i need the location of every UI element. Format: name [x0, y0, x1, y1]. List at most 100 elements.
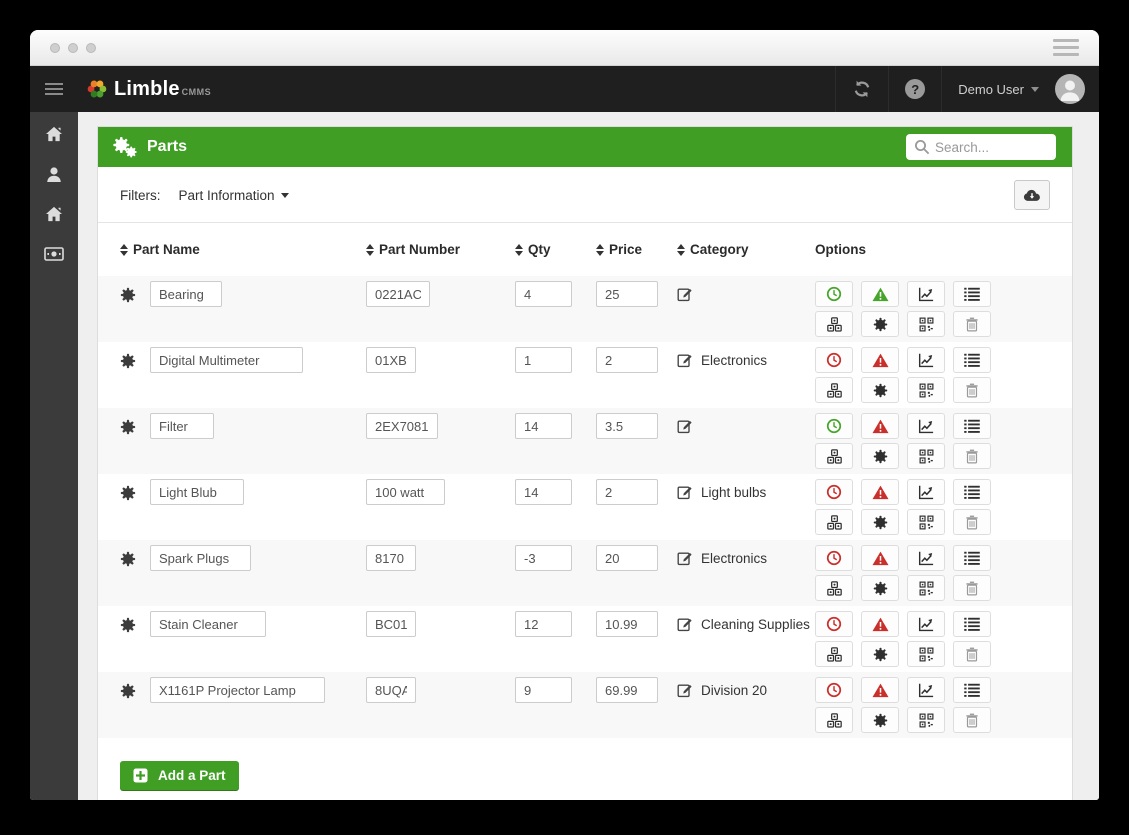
- log-list-button[interactable]: [953, 611, 991, 637]
- usage-chart-button[interactable]: [907, 677, 945, 703]
- price-input[interactable]: [596, 677, 658, 703]
- log-list-button[interactable]: [953, 347, 991, 373]
- cubes-button[interactable]: [815, 443, 853, 469]
- qr-code-button[interactable]: [907, 707, 945, 733]
- part-gear-button[interactable]: [861, 443, 899, 469]
- price-input[interactable]: [596, 413, 658, 439]
- usage-chart-button[interactable]: [907, 479, 945, 505]
- threshold-alert-button[interactable]: [861, 413, 899, 439]
- part-number-input[interactable]: [366, 413, 438, 439]
- usage-chart-button[interactable]: [907, 347, 945, 373]
- usage-chart-button[interactable]: [907, 545, 945, 571]
- delete-part-button[interactable]: [953, 641, 991, 667]
- sidebar-item-home[interactable]: [44, 125, 64, 143]
- log-list-button[interactable]: [953, 281, 991, 307]
- column-header-qty[interactable]: Qty: [515, 242, 596, 257]
- threshold-alert-button[interactable]: [861, 545, 899, 571]
- qr-code-button[interactable]: [907, 377, 945, 403]
- part-number-input[interactable]: [366, 611, 416, 637]
- cubes-button[interactable]: [815, 707, 853, 733]
- qty-input[interactable]: [515, 281, 572, 307]
- part-settings-button[interactable]: [120, 545, 150, 601]
- limble-logo[interactable]: Limble CMMS: [86, 78, 211, 101]
- price-input[interactable]: [596, 281, 658, 307]
- cubes-button[interactable]: [815, 509, 853, 535]
- threshold-alert-button[interactable]: [861, 281, 899, 307]
- qr-code-button[interactable]: [907, 509, 945, 535]
- refresh-button[interactable]: [835, 66, 888, 112]
- edit-category-icon[interactable]: [677, 616, 693, 637]
- sidebar-item-home-2[interactable]: [44, 205, 64, 223]
- part-settings-button[interactable]: [120, 479, 150, 535]
- edit-category-icon[interactable]: [677, 418, 693, 439]
- qr-code-button[interactable]: [907, 575, 945, 601]
- part-gear-button[interactable]: [861, 377, 899, 403]
- log-list-button[interactable]: [953, 545, 991, 571]
- edit-category-icon[interactable]: [677, 352, 693, 373]
- threshold-alert-button[interactable]: [861, 479, 899, 505]
- part-gear-button[interactable]: [861, 575, 899, 601]
- nav-menu-icon[interactable]: [30, 83, 78, 95]
- log-list-button[interactable]: [953, 677, 991, 703]
- price-input[interactable]: [596, 347, 658, 373]
- usage-chart-button[interactable]: [907, 611, 945, 637]
- edit-category-icon[interactable]: [677, 550, 693, 571]
- qty-input[interactable]: [515, 347, 572, 373]
- qr-code-button[interactable]: [907, 311, 945, 337]
- part-settings-button[interactable]: [120, 677, 150, 733]
- threshold-alert-button[interactable]: [861, 611, 899, 637]
- user-menu[interactable]: Demo User: [941, 66, 1055, 112]
- delete-part-button[interactable]: [953, 509, 991, 535]
- edit-category-icon[interactable]: [677, 484, 693, 505]
- delete-part-button[interactable]: [953, 377, 991, 403]
- threshold-alert-button[interactable]: [861, 677, 899, 703]
- delete-part-button[interactable]: [953, 707, 991, 733]
- help-button[interactable]: ?: [888, 66, 941, 112]
- sidebar-item-money[interactable]: [44, 245, 64, 263]
- cubes-button[interactable]: [815, 377, 853, 403]
- qty-input[interactable]: [515, 677, 572, 703]
- part-gear-button[interactable]: [861, 707, 899, 733]
- export-button[interactable]: [1014, 180, 1050, 210]
- part-name-input[interactable]: [150, 545, 251, 571]
- window-close-icon[interactable]: [50, 42, 60, 53]
- part-settings-button[interactable]: [120, 281, 150, 337]
- qty-input[interactable]: [515, 413, 572, 439]
- cubes-button[interactable]: [815, 641, 853, 667]
- qr-code-button[interactable]: [907, 641, 945, 667]
- column-header-part-name[interactable]: Part Name: [120, 242, 366, 257]
- part-name-input[interactable]: [150, 413, 214, 439]
- time-log-button[interactable]: [815, 413, 853, 439]
- part-settings-button[interactable]: [120, 347, 150, 403]
- part-number-input[interactable]: [366, 347, 416, 373]
- time-log-button[interactable]: [815, 677, 853, 703]
- qty-input[interactable]: [515, 479, 572, 505]
- sidebar-item-users[interactable]: [44, 165, 64, 183]
- cubes-button[interactable]: [815, 575, 853, 601]
- part-number-input[interactable]: [366, 281, 430, 307]
- delete-part-button[interactable]: [953, 575, 991, 601]
- column-header-options[interactable]: Options: [815, 242, 1050, 257]
- delete-part-button[interactable]: [953, 443, 991, 469]
- filter-dropdown[interactable]: Part Information: [179, 188, 289, 203]
- part-number-input[interactable]: [366, 545, 416, 571]
- price-input[interactable]: [596, 611, 658, 637]
- edit-category-icon[interactable]: [677, 286, 693, 307]
- time-log-button[interactable]: [815, 347, 853, 373]
- part-settings-button[interactable]: [120, 413, 150, 469]
- window-maximize-icon[interactable]: [86, 42, 96, 53]
- delete-part-button[interactable]: [953, 311, 991, 337]
- time-log-button[interactable]: [815, 545, 853, 571]
- usage-chart-button[interactable]: [907, 413, 945, 439]
- qr-code-button[interactable]: [907, 443, 945, 469]
- log-list-button[interactable]: [953, 479, 991, 505]
- part-name-input[interactable]: [150, 479, 244, 505]
- edit-category-icon[interactable]: [677, 682, 693, 703]
- window-minimize-icon[interactable]: [68, 42, 78, 53]
- part-number-input[interactable]: [366, 479, 445, 505]
- avatar[interactable]: [1055, 74, 1085, 104]
- browser-menu-icon[interactable]: [1053, 39, 1079, 56]
- usage-chart-button[interactable]: [907, 281, 945, 307]
- part-gear-button[interactable]: [861, 509, 899, 535]
- price-input[interactable]: [596, 479, 658, 505]
